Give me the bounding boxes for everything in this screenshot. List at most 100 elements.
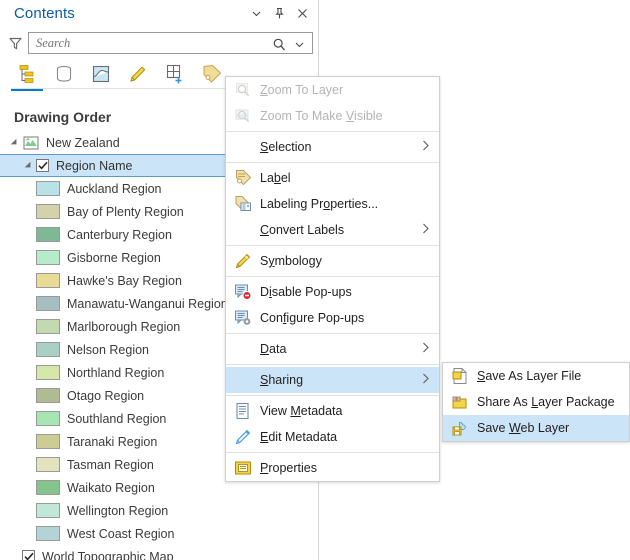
- no-icon: [230, 369, 256, 391]
- menu-item-label: Sharing: [260, 373, 304, 387]
- legend-swatch: [36, 457, 60, 472]
- menu-item-label[interactable]: Label: [226, 165, 439, 191]
- menu-item-label: Label: [260, 171, 291, 185]
- legend-label: Manawatu-Wanganui Region: [67, 296, 228, 311]
- menu-item-sharing[interactable]: Sharing: [226, 367, 439, 393]
- legend-swatch: [36, 388, 60, 403]
- legend-item[interactable]: Wellington Region: [0, 499, 319, 522]
- menu-item-configure-pop-ups[interactable]: Configure Pop-ups: [226, 305, 439, 331]
- no-icon: [230, 136, 256, 158]
- drawing-order-header: Drawing Order: [14, 109, 112, 125]
- menu-item-convert-labels[interactable]: Convert Labels: [226, 217, 439, 243]
- disable-popups-icon: [230, 281, 256, 303]
- layer-visibility-checkbox[interactable]: [22, 550, 35, 560]
- configure-popups-icon: [230, 307, 256, 329]
- submenu-item-save-as-layer-file[interactable]: Save As Layer File: [443, 363, 629, 389]
- save-web-layer-icon: [447, 417, 473, 439]
- label-icon: [230, 167, 256, 189]
- map-label: New Zealand: [46, 135, 120, 150]
- menu-item-label: Selection: [260, 140, 312, 154]
- legend-swatch: [36, 480, 60, 495]
- legend-item[interactable]: West Coast Region: [0, 522, 319, 545]
- submenu-item-label: Save As Layer File: [477, 369, 582, 383]
- legend-label: Marlborough Region: [67, 319, 181, 334]
- menu-item-symbology[interactable]: Symbology: [226, 248, 439, 274]
- legend-swatch: [36, 342, 60, 357]
- edit-metadata-icon: [230, 426, 256, 448]
- menu-item-zoom-to-make-visible: Zoom To Make Visible: [226, 103, 439, 129]
- legend-swatch: [36, 227, 60, 242]
- menu-item-data[interactable]: Data: [226, 336, 439, 362]
- legend-swatch: [36, 181, 60, 196]
- menu-item-selection[interactable]: Selection: [226, 134, 439, 160]
- layer-visibility-checkbox[interactable]: [36, 159, 49, 172]
- map-icon: [22, 135, 39, 150]
- legend-label: Waikato Region: [67, 480, 155, 495]
- list-by-snapping-icon[interactable]: [161, 61, 189, 87]
- menu-item-labeling-properties[interactable]: Labeling Properties...: [226, 191, 439, 217]
- legend-swatch: [36, 503, 60, 518]
- legend-label: Northland Region: [67, 365, 165, 380]
- list-by-editing-icon[interactable]: [124, 61, 152, 87]
- close-icon[interactable]: [292, 3, 313, 24]
- menu-item-disable-pop-ups[interactable]: Disable Pop-ups: [226, 279, 439, 305]
- legend-swatch: [36, 365, 60, 380]
- submenu-item-save-web-layer[interactable]: Save Web Layer: [443, 415, 629, 441]
- filter-icon[interactable]: [2, 30, 28, 56]
- legend-label: Nelson Region: [67, 342, 149, 357]
- search-icon[interactable]: [270, 35, 288, 53]
- chevron-right-icon: [422, 373, 430, 387]
- menu-separator: [226, 452, 439, 453]
- basemap-layer-item[interactable]: World Topographic Map: [0, 545, 319, 560]
- page-title: Contents: [14, 5, 75, 22]
- menu-separator: [226, 131, 439, 132]
- save-as-layer-file-icon: [447, 365, 473, 387]
- menu-item-label: Symbology: [260, 254, 322, 268]
- menu-item-label: Zoom To Make Visible: [260, 109, 383, 123]
- menu-item-label: Disable Pop-ups: [260, 285, 352, 299]
- chevron-right-icon: [422, 140, 430, 154]
- menu-item-view-metadata[interactable]: View Metadata: [226, 398, 439, 424]
- menu-item-label: Configure Pop-ups: [260, 311, 365, 325]
- legend-swatch: [36, 526, 60, 541]
- menu-item-label: Properties: [260, 461, 317, 475]
- legend-label: Southland Region: [67, 411, 167, 426]
- properties-icon: [230, 457, 256, 479]
- layer-context-menu: Zoom To Layer Zoom To Make Visible Selecti…: [225, 76, 440, 482]
- search-input[interactable]: [29, 33, 264, 53]
- list-by-labeling-icon[interactable]: [198, 61, 226, 87]
- expander-icon[interactable]: [8, 131, 22, 154]
- list-by-selection-icon[interactable]: [87, 61, 115, 87]
- search-box[interactable]: [28, 32, 313, 54]
- submenu-item-share-as-layer-package[interactable]: Share As Layer Package: [443, 389, 629, 415]
- menu-item-label: Zoom To Layer: [260, 83, 344, 97]
- chevron-down-icon[interactable]: [246, 3, 267, 24]
- menu-separator: [226, 245, 439, 246]
- menu-item-label: Edit Metadata: [260, 430, 338, 444]
- list-by-drawing-order-icon[interactable]: [11, 61, 43, 91]
- no-icon: [230, 338, 256, 360]
- menu-item-properties[interactable]: Properties: [226, 455, 439, 481]
- zoom-to-make-visible-icon: [230, 105, 256, 127]
- legend-label: West Coast Region: [67, 526, 175, 541]
- pin-icon[interactable]: [269, 3, 290, 24]
- menu-separator: [226, 395, 439, 396]
- expander-icon[interactable]: [22, 154, 36, 177]
- menu-separator: [226, 162, 439, 163]
- tree-item-layer-region-name[interactable]: Region Name: [0, 154, 226, 177]
- symbology-icon: [230, 250, 256, 272]
- labeling-properties-icon: [230, 193, 256, 215]
- search-chevron-down-icon[interactable]: [290, 35, 308, 53]
- menu-item-label: Labeling Properties...: [260, 197, 379, 211]
- menu-item-edit-metadata[interactable]: Edit Metadata: [226, 424, 439, 450]
- legend-label: Taranaki Region: [67, 434, 158, 449]
- legend-label: Auckland Region: [67, 181, 162, 196]
- menu-item-label: Convert Labels: [260, 223, 345, 237]
- panel-title-bar: Contents: [0, 0, 319, 27]
- submenu-item-label: Save Web Layer: [477, 421, 570, 435]
- legend-label: Gisborne Region: [67, 250, 161, 265]
- sharing-submenu: Save As Layer File Share As Layer Package…: [442, 362, 630, 442]
- list-by-data-source-icon[interactable]: [50, 61, 78, 87]
- menu-separator: [226, 364, 439, 365]
- zoom-to-layer-icon: [230, 79, 256, 101]
